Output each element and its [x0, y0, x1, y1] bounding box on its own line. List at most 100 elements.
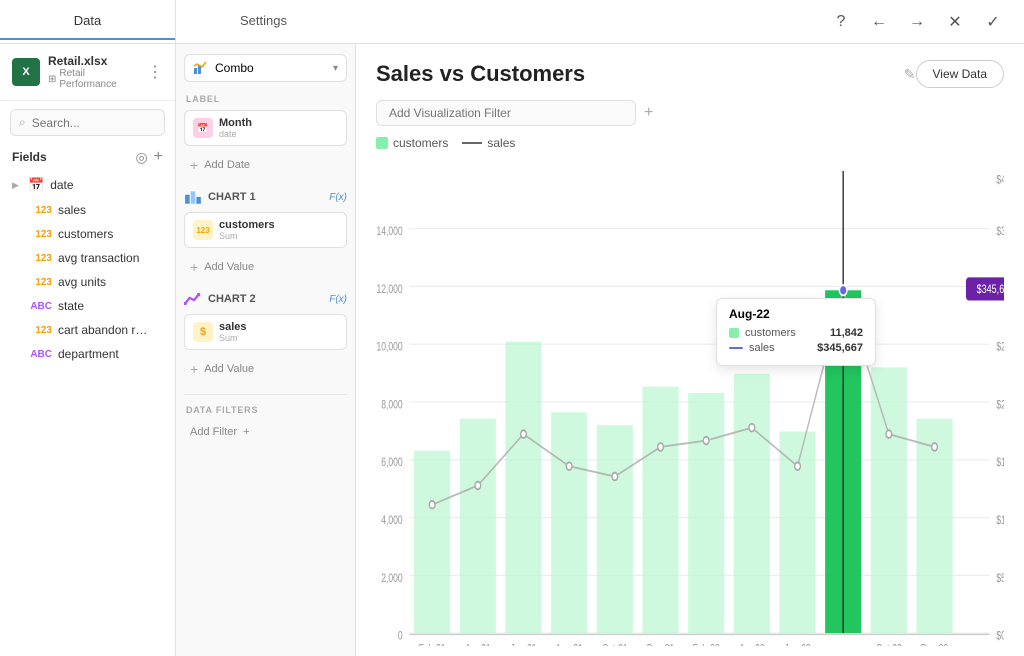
- label-section: LABEL: [184, 94, 347, 104]
- search-box: ⌕: [10, 109, 165, 136]
- field-item-sales[interactable]: 123 sales: [0, 198, 175, 222]
- file-menu-button[interactable]: ⋮: [147, 62, 163, 82]
- chart1-section: CHART 1 F(x) 123 customers Sum + Add Val…: [184, 188, 347, 280]
- value-name: customers: [219, 219, 338, 231]
- svg-text:14,000: 14,000: [376, 226, 402, 238]
- combo-selector[interactable]: Combo ▾: [184, 54, 347, 82]
- plus-icon: +: [190, 361, 198, 377]
- field-item-state[interactable]: ABC state: [0, 294, 175, 318]
- svg-text:$350,000: $350,000: [996, 226, 1004, 238]
- svg-text:10,000: 10,000: [376, 342, 402, 354]
- chart1-title: CHART 1: [208, 191, 323, 203]
- svg-text:4,000: 4,000: [381, 515, 403, 527]
- chart-main-title: Sales vs Customers: [376, 61, 896, 87]
- svg-text:Dec-21: Dec-21: [647, 643, 675, 646]
- tooltip-sales-value: $345,667: [817, 342, 863, 354]
- svg-text:12,000: 12,000: [376, 284, 402, 296]
- plus-icon: +: [190, 157, 198, 173]
- fields-label: Fields: [12, 150, 129, 164]
- month-icon: 📅: [193, 118, 213, 138]
- viz-filter-input[interactable]: [376, 100, 636, 126]
- brain-icon[interactable]: ◎: [135, 149, 147, 166]
- svg-text:Apr-21: Apr-21: [465, 643, 491, 646]
- svg-text:Feb-22: Feb-22: [693, 643, 720, 646]
- tooltip-date: Aug-22: [729, 307, 863, 321]
- bar-chart-icon: [184, 188, 202, 206]
- field-type-abc: ABC: [28, 301, 52, 312]
- check-icon[interactable]: ✓: [982, 11, 1004, 33]
- add-field-button[interactable]: +: [154, 148, 163, 166]
- add-date-button[interactable]: + Add Date: [184, 152, 347, 178]
- add-date-label: Add Date: [204, 159, 250, 171]
- svg-text:$100,000: $100,000: [996, 515, 1004, 527]
- field-item-date[interactable]: ▶ 📅 date: [0, 172, 175, 198]
- month-text: Month date: [219, 117, 338, 139]
- legend-customers: customers: [376, 136, 448, 150]
- tooltip-row-customers: customers 11,842: [729, 327, 863, 339]
- field-item-cart-abandon[interactable]: 123 cart abandon ra...: [0, 318, 175, 342]
- field-name: cart abandon ra...: [58, 323, 148, 337]
- file-header: X Retail.xlsx ⊞ Retail Performance ⋮: [0, 44, 175, 101]
- add-filter-label: Add Filter: [190, 426, 237, 438]
- svg-text:Feb-21: Feb-21: [419, 643, 446, 646]
- fields-header: Fields ◎ +: [0, 144, 175, 170]
- legend-customers-label: customers: [393, 136, 448, 150]
- search-icon: ⌕: [19, 115, 26, 130]
- chart-svg-container: 0 2,000 4,000 6,000 8,000 10,000 12,000 …: [376, 158, 1004, 646]
- legend-sales-color: [462, 142, 482, 144]
- field-item-avg-units[interactable]: 123 avg units: [0, 270, 175, 294]
- sales-chip[interactable]: $ sales Sum: [184, 314, 347, 350]
- field-name: state: [58, 299, 84, 313]
- back-icon[interactable]: ←: [868, 11, 890, 33]
- table-icon: ⊞: [48, 74, 56, 85]
- top-bar: Data Settings ? ← → ✕ ✓: [0, 0, 1024, 44]
- add-value1-button[interactable]: + Add Value: [184, 254, 347, 280]
- tab-settings[interactable]: Settings: [176, 3, 351, 40]
- svg-text:2,000: 2,000: [381, 573, 403, 585]
- mid-panel: Combo ▾ LABEL 📅 Month date + Add Date: [176, 44, 356, 656]
- chart-legend: customers sales: [376, 136, 1004, 150]
- close-icon[interactable]: ✕: [944, 11, 966, 33]
- top-bar-actions: ? ← → ✕ ✓: [830, 11, 1024, 33]
- month-chip[interactable]: 📅 Month date: [184, 110, 347, 146]
- chart1-fx-button[interactable]: F(x): [329, 192, 347, 203]
- svg-text:Oct-21: Oct-21: [602, 643, 628, 646]
- field-item-customers[interactable]: 123 customers: [0, 222, 175, 246]
- svg-text:$400,000: $400,000: [996, 175, 1004, 187]
- value-agg: Sum: [219, 333, 338, 343]
- svg-text:Dec-22: Dec-22: [921, 643, 949, 646]
- chart-panel: Sales vs Customers ✎ View Data + custome…: [356, 44, 1024, 656]
- field-item-department[interactable]: ABC department: [0, 342, 175, 366]
- value-text: sales Sum: [219, 321, 338, 343]
- tooltip-sales-color: [729, 347, 743, 349]
- customers-chip[interactable]: 123 customers Sum: [184, 212, 347, 248]
- fields-list: ▶ 📅 date 123 sales 123 customers 123 avg…: [0, 170, 175, 656]
- add-filter-button[interactable]: Add Filter +: [184, 421, 347, 443]
- search-input[interactable]: [32, 116, 156, 130]
- chart-top-bar: Sales vs Customers ✎ View Data: [376, 60, 1004, 88]
- field-item-avg-transaction[interactable]: 123 avg transaction: [0, 246, 175, 270]
- add-value2-button[interactable]: + Add Value: [184, 356, 347, 382]
- tooltip-row-sales: sales $345,667: [729, 342, 863, 354]
- combo-chart-icon: [193, 60, 209, 76]
- chart-tooltip: Aug-22 customers 11,842 sales $345,667: [716, 298, 876, 366]
- main-chart: 0 2,000 4,000 6,000 8,000 10,000 12,000 …: [376, 158, 1004, 646]
- month-sub: date: [219, 129, 338, 139]
- add-value2-label: Add Value: [204, 363, 254, 375]
- edit-icon[interactable]: ✎: [904, 66, 916, 83]
- view-data-button[interactable]: View Data: [916, 60, 1004, 88]
- value-agg: Sum: [219, 231, 338, 241]
- svg-text:Aug-21: Aug-21: [555, 643, 583, 646]
- month-name: Month: [219, 117, 338, 129]
- svg-text:$50,000: $50,000: [996, 573, 1004, 585]
- value-name: sales: [219, 321, 338, 333]
- help-icon[interactable]: ?: [830, 11, 852, 33]
- chart2-fx-button[interactable]: F(x): [329, 294, 347, 305]
- left-panel: X Retail.xlsx ⊞ Retail Performance ⋮ ⌕ F…: [0, 44, 176, 656]
- main-content: X Retail.xlsx ⊞ Retail Performance ⋮ ⌕ F…: [0, 44, 1024, 656]
- chart2-title: CHART 2: [208, 293, 323, 305]
- forward-icon[interactable]: →: [906, 11, 928, 33]
- field-arrow: ▶: [12, 180, 22, 191]
- viz-add-icon[interactable]: +: [644, 104, 653, 122]
- tab-data[interactable]: Data: [0, 3, 175, 40]
